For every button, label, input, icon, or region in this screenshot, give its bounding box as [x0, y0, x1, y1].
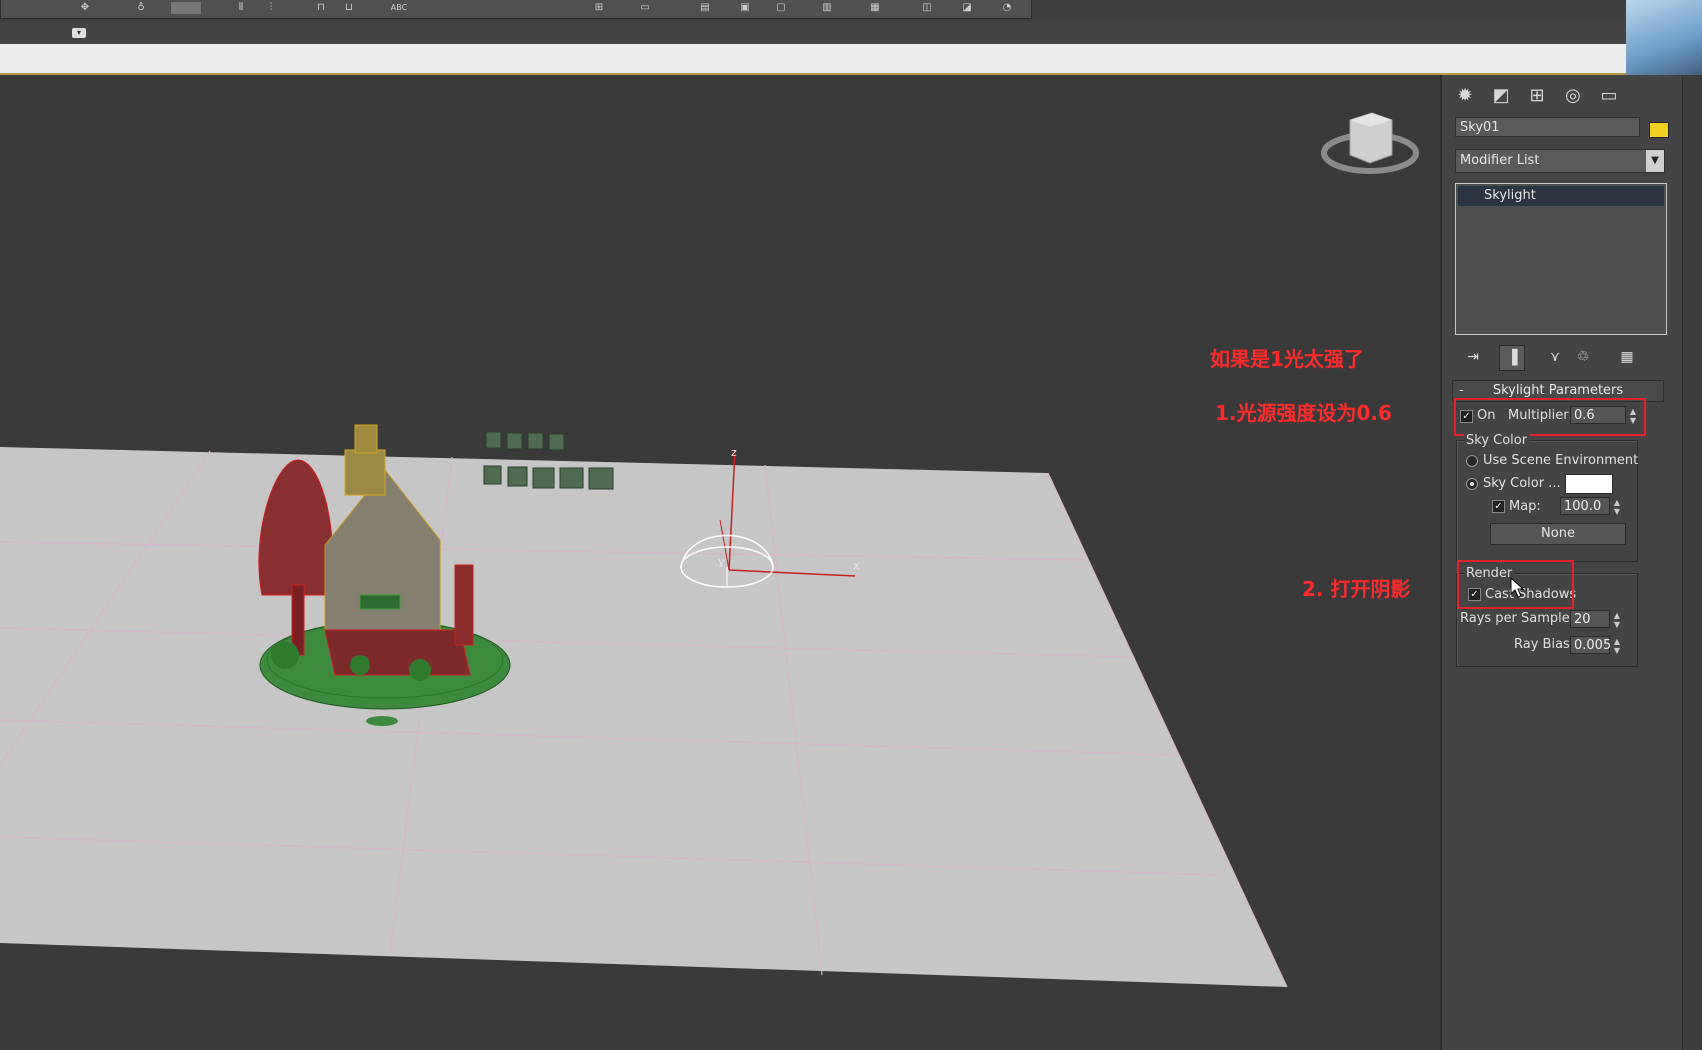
activeshade-icon[interactable]: ◪ — [959, 2, 975, 14]
map-value: 100.0 — [1564, 499, 1602, 514]
command-panel-tabs: ✹ ◩ ⊞ ◎ ▭ — [1452, 81, 1652, 111]
material-editor-icon[interactable]: ▣ — [737, 2, 753, 14]
ray-bias-value: 0.005 — [1574, 638, 1612, 653]
main-toolbar: ✥ ♁ ⫴ ⫶ ⊓ ⊔ ABC ⊞ ▭ ▤ ▣ ▢ ▥ ▦ ◫ ◪ ◔ — [0, 0, 1626, 23]
create-tab-icon[interactable]: ✹ — [1452, 83, 1478, 109]
modifier-list-label: Modifier List — [1460, 153, 1540, 168]
show-end-result-icon[interactable]: ▐ — [1499, 345, 1525, 371]
schematic-icon[interactable]: ▤ — [697, 2, 713, 14]
ground-plane — [0, 447, 1287, 987]
stack-item-skylight[interactable]: Skylight — [1458, 186, 1664, 206]
toolbar-strip: ✥ ♁ ⫴ ⫶ ⊓ ⊔ ABC ⊞ ▭ ▤ ▣ ▢ ▥ ▦ ◫ ◪ ◔ — [0, 0, 1032, 19]
command-panel: ✹ ◩ ⊞ ◎ ▭ Sky01 Modifier List ▼ Skylight… — [1440, 75, 1702, 1050]
mouse-cursor-icon — [1510, 577, 1525, 598]
map-none-button[interactable]: None — [1490, 523, 1626, 545]
pin-stack-icon[interactable]: ⇥ — [1461, 345, 1485, 369]
dropdown-icon[interactable]: ▾ — [72, 28, 86, 38]
hierarchy-tab-icon[interactable]: ⊞ — [1524, 83, 1550, 109]
rollout-title: Skylight Parameters — [1492, 383, 1624, 398]
map-spinner[interactable]: 100.0 ▲ ▼ — [1560, 497, 1620, 516]
render-setup-icon[interactable]: ▢ — [773, 2, 789, 14]
render-frame-icon[interactable]: ▥ — [819, 2, 835, 14]
motion-tab-icon[interactable]: ◎ — [1560, 83, 1586, 109]
configure-sets-icon[interactable]: ▦ — [1615, 345, 1639, 369]
rays-per-sample-value: 20 — [1574, 612, 1591, 627]
display-tab-icon[interactable]: ▭ — [1596, 83, 1622, 109]
object-name-field[interactable]: Sky01 — [1455, 117, 1640, 137]
move-icon[interactable]: ✥ — [77, 2, 93, 14]
align-icon[interactable]: ⫶ — [263, 2, 279, 14]
highlight-multiplier — [1454, 398, 1646, 436]
quick-render-icon[interactable]: ◫ — [919, 2, 935, 14]
ray-bias-spinner[interactable]: 0.005 ▲ ▼ — [1570, 636, 1620, 655]
teapot-icon[interactable]: ◔ — [999, 2, 1015, 14]
chevron-down-icon[interactable]: ▼ — [1646, 150, 1664, 172]
sky-color-radio[interactable] — [1466, 478, 1478, 490]
object-color-swatch[interactable] — [1649, 122, 1669, 138]
ribbon-bar — [0, 44, 1626, 75]
axis-y-label: y — [718, 555, 725, 568]
viewcube[interactable] — [1321, 112, 1419, 174]
remove-modifier-icon[interactable]: ♲ — [1571, 345, 1595, 369]
mirror-icon[interactable]: ⫴ — [233, 2, 249, 14]
spinner-arrows-icon[interactable]: ▲ ▼ — [1611, 637, 1623, 655]
make-unique-icon[interactable]: ⋎ — [1543, 345, 1567, 369]
layer-icon[interactable]: ⊞ — [591, 2, 607, 14]
spinner-arrows-icon[interactable]: ▲ ▼ — [1611, 498, 1623, 516]
map-checkbox[interactable]: ✓ — [1492, 500, 1505, 513]
annotation-line1: 如果是1光太强了 — [1210, 347, 1364, 371]
map-label: Map: — [1509, 499, 1541, 514]
selection-dropdown[interactable] — [171, 2, 201, 14]
stack-tools: ⇥ ▐ ⋎ ♲ ▦ — [1455, 345, 1665, 371]
link-icon[interactable]: ♁ — [133, 2, 149, 14]
angle-snap-icon[interactable]: ⊔ — [341, 2, 357, 14]
annotation-line3: 2. 打开阴影 — [1302, 577, 1411, 601]
axis-x-label: x — [853, 559, 860, 572]
use-scene-env-radio[interactable] — [1466, 455, 1478, 467]
curve-editor-icon[interactable]: ▭ — [637, 2, 653, 14]
sky-color-label: Sky Color ... — [1483, 476, 1561, 491]
scene-canvas: z y x — [0, 112, 1419, 988]
rays-per-sample-label: Rays per Sample: — [1460, 611, 1575, 626]
perspective-viewport[interactable]: z y x 如果是1光太强了 1.光源强度设为0.6 2. 打开阴影 — [0, 75, 1440, 1050]
modifier-list-dropdown[interactable]: Modifier List ▼ — [1455, 149, 1665, 173]
ray-bias-label: Ray Bias: — [1514, 637, 1575, 652]
axis-z-label: z — [731, 446, 737, 459]
modify-tab-icon[interactable]: ◩ — [1488, 83, 1514, 109]
snap-icon[interactable]: ⊓ — [313, 2, 329, 14]
render-icon[interactable]: ▦ — [867, 2, 883, 14]
spelling-icon[interactable]: ABC — [387, 2, 411, 14]
spinner-arrows-icon[interactable]: ▲ ▼ — [1611, 611, 1623, 629]
use-scene-env-label: Use Scene Environment — [1483, 453, 1639, 468]
annotation-line2: 1.光源强度设为0.6 — [1215, 401, 1392, 425]
rays-per-sample-spinner[interactable]: 20 ▲ ▼ — [1570, 610, 1620, 629]
sky-color-group-label: Sky Color — [1464, 433, 1530, 448]
panel-scrollbar[interactable] — [1682, 75, 1702, 1050]
modifier-stack: Skylight — [1455, 183, 1667, 335]
sky-color-swatch[interactable] — [1565, 474, 1613, 494]
sub-toolbar: ▾ — [0, 22, 1626, 44]
